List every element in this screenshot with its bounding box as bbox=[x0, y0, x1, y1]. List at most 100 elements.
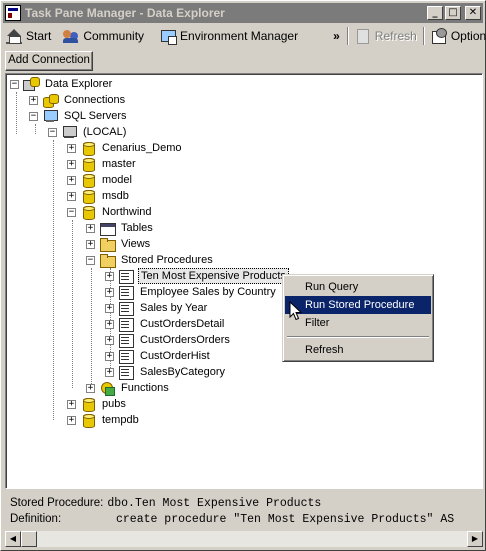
tree-node-database[interactable]: + master bbox=[67, 156, 138, 172]
expand-toggle[interactable]: + bbox=[105, 287, 114, 297]
menu-item-refresh[interactable]: Refresh bbox=[285, 341, 431, 359]
tree-node-functions[interactable]: + Functions bbox=[86, 380, 171, 396]
mouse-cursor-icon bbox=[289, 301, 303, 321]
tree-node-sql-servers[interactable]: − SQL Servers bbox=[29, 108, 129, 124]
scrollbar-thumb[interactable] bbox=[21, 531, 37, 547]
refresh-label: Refresh bbox=[374, 29, 417, 43]
connections-icon bbox=[42, 93, 59, 108]
expand-toggle[interactable]: + bbox=[67, 415, 76, 425]
collapse-toggle[interactable]: − bbox=[48, 127, 57, 137]
refresh-button[interactable]: Refresh bbox=[352, 26, 420, 46]
tree-node-label: SalesByCategory bbox=[140, 366, 225, 378]
stored-procedures-icon bbox=[99, 253, 116, 268]
tree-node-database[interactable]: + tempdb bbox=[67, 412, 141, 428]
tree-line bbox=[35, 124, 36, 134]
tree-node-tables[interactable]: + Tables bbox=[86, 220, 155, 236]
tree-node-data-explorer[interactable]: − Data Explorer bbox=[10, 76, 114, 92]
database-icon bbox=[80, 413, 96, 428]
start-label: Start bbox=[26, 29, 52, 43]
collapse-toggle[interactable]: − bbox=[10, 79, 19, 89]
community-button[interactable]: Community bbox=[60, 26, 147, 46]
expand-toggle[interactable]: + bbox=[67, 399, 76, 409]
tree-node-label: Employee Sales by Country bbox=[140, 286, 276, 298]
tree-node-procedure[interactable]: + Sales by Year bbox=[105, 300, 209, 316]
tree-node-label: Views bbox=[121, 238, 151, 250]
tree-node-label: model bbox=[102, 174, 132, 186]
tree-node-procedure[interactable]: + CustOrderHist bbox=[105, 348, 212, 364]
tree-node-views[interactable]: + Views bbox=[86, 236, 152, 252]
expand-toggle[interactable]: + bbox=[105, 319, 114, 329]
tree-node-procedure[interactable]: + CustOrdersDetail bbox=[105, 316, 226, 332]
options-label: Options bbox=[450, 29, 486, 43]
tree-node-procedure[interactable]: + Ten Most Expensive Products bbox=[105, 268, 289, 284]
tree-line bbox=[53, 140, 54, 420]
expand-toggle[interactable]: + bbox=[105, 303, 114, 313]
stored-procedure-row: Stored Procedure: dbo.Ten Most Expensive… bbox=[10, 497, 321, 513]
tree-node-label: msdb bbox=[102, 190, 129, 202]
expand-toggle[interactable]: + bbox=[86, 223, 95, 233]
options-button[interactable]: Options bbox=[428, 26, 486, 46]
tree-node-connections[interactable]: + Connections bbox=[29, 92, 127, 108]
functions-icon bbox=[99, 381, 115, 396]
tree-line bbox=[16, 92, 17, 134]
tree-node-label: CustOrderHist bbox=[140, 350, 210, 362]
expand-toggle[interactable]: + bbox=[105, 271, 114, 281]
tree-node-database-northwind[interactable]: − Northwind bbox=[67, 204, 154, 220]
horizontal-scrollbar[interactable]: ◀ ▶ bbox=[5, 531, 483, 547]
menu-item-run-query[interactable]: Run Query bbox=[285, 278, 431, 296]
sql-servers-icon bbox=[42, 109, 58, 123]
tree-node-database[interactable]: + pubs bbox=[67, 396, 128, 412]
options-icon bbox=[431, 28, 447, 44]
stored-procedure-label: Stored Procedure: bbox=[10, 497, 104, 509]
expand-toggle[interactable]: + bbox=[67, 175, 76, 185]
environment-manager-button[interactable]: Environment Manager bbox=[157, 26, 301, 46]
tree-node-label: Northwind bbox=[102, 206, 152, 218]
community-label: Community bbox=[83, 29, 145, 43]
minimize-button[interactable]: _ bbox=[427, 6, 443, 20]
scroll-left-arrow-icon[interactable]: ◀ bbox=[5, 531, 21, 547]
home-icon bbox=[6, 28, 22, 44]
tree-node-label: Stored Procedures bbox=[121, 254, 213, 266]
expand-toggle[interactable]: + bbox=[105, 335, 114, 345]
menu-separator bbox=[287, 336, 429, 338]
close-button[interactable]: ✕ bbox=[465, 6, 481, 20]
stored-procedure-icon bbox=[118, 333, 134, 348]
expand-toggle[interactable]: + bbox=[105, 351, 114, 361]
expand-toggle[interactable]: + bbox=[86, 239, 95, 249]
menu-item-run-stored-procedure[interactable]: Run Stored Procedure bbox=[285, 296, 431, 314]
title-bar[interactable]: Task Pane Manager - Data Explorer _ □ ✕ bbox=[3, 3, 483, 23]
tree-node-database[interactable]: + Cenarius_Demo bbox=[67, 140, 183, 156]
server-icon bbox=[61, 125, 77, 139]
expand-toggle[interactable]: + bbox=[67, 143, 76, 153]
tree-node-database[interactable]: + msdb bbox=[67, 188, 131, 204]
tree-node-procedure[interactable]: + CustOrdersOrders bbox=[105, 332, 232, 348]
tree-node-procedure[interactable]: + Employee Sales by Country bbox=[105, 284, 278, 300]
tree-node-label: tempdb bbox=[102, 414, 139, 426]
add-connection-button[interactable]: Add Connection bbox=[5, 51, 93, 71]
tree-node-stored-procedures[interactable]: − Stored Procedures bbox=[86, 252, 215, 268]
database-icon bbox=[80, 397, 96, 412]
collapse-toggle[interactable]: − bbox=[29, 111, 38, 121]
refresh-icon bbox=[355, 28, 371, 44]
window-title: Task Pane Manager - Data Explorer bbox=[25, 6, 225, 20]
expand-toggle[interactable]: + bbox=[105, 367, 114, 377]
scroll-right-arrow-icon[interactable]: ▶ bbox=[467, 531, 483, 547]
expand-toggle[interactable]: + bbox=[67, 159, 76, 169]
stored-procedure-icon bbox=[118, 269, 134, 284]
tree-node-label: Functions bbox=[121, 382, 169, 394]
menu-item-filter[interactable]: Filter bbox=[285, 314, 431, 332]
expand-toggle[interactable]: + bbox=[67, 191, 76, 201]
definition-label: Definition: bbox=[10, 513, 62, 525]
collapse-toggle[interactable]: − bbox=[86, 255, 95, 265]
toolbar-overflow-button[interactable]: » bbox=[329, 29, 344, 43]
start-button[interactable]: Start bbox=[3, 26, 54, 46]
tree-node-local-server[interactable]: − (LOCAL) bbox=[48, 124, 128, 140]
tree-node-procedure[interactable]: + SalesByCategory bbox=[105, 364, 227, 380]
tree-node-database[interactable]: + model bbox=[67, 172, 134, 188]
maximize-button[interactable]: □ bbox=[445, 6, 461, 20]
expand-toggle[interactable]: + bbox=[29, 95, 38, 105]
database-icon bbox=[80, 173, 96, 188]
expand-toggle[interactable]: + bbox=[86, 383, 95, 393]
collapse-toggle[interactable]: − bbox=[67, 207, 76, 217]
environment-manager-icon bbox=[160, 28, 178, 45]
